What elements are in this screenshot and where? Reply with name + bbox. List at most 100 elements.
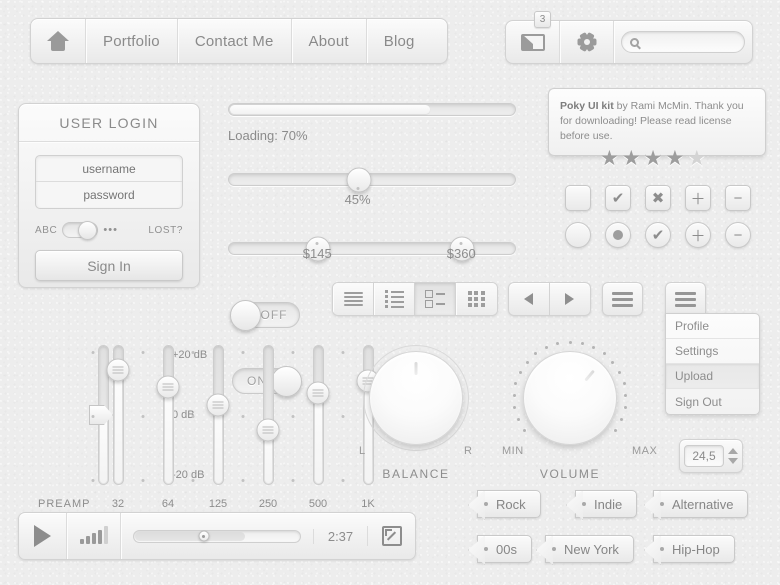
toggle-label-dots: ••• bbox=[103, 224, 118, 236]
view-bullet-list-button[interactable] bbox=[374, 283, 415, 315]
knob-area[interactable]: L R BALANCE MIN MAX VOLUME bbox=[350, 330, 657, 481]
checkbox-row[interactable]: ✔ ✖ ＋ − bbox=[565, 185, 751, 211]
menu-item-upload[interactable]: Upload bbox=[666, 364, 759, 389]
password-input[interactable] bbox=[36, 182, 182, 208]
radio-plus[interactable]: ＋ bbox=[685, 222, 711, 248]
loading-progress-bar bbox=[228, 103, 516, 116]
progress-fill bbox=[230, 105, 431, 114]
play-button[interactable] bbox=[19, 513, 67, 559]
knob-max-label: R bbox=[464, 445, 473, 457]
eq-fill bbox=[165, 386, 172, 483]
utility-toolbar[interactable]: 3 bbox=[505, 11, 753, 64]
nav-item-contact-me[interactable]: Contact Me bbox=[178, 19, 292, 63]
password-mask-toggle[interactable] bbox=[62, 221, 99, 240]
eq-band-250-track[interactable] bbox=[263, 345, 274, 485]
toggle-off[interactable]: OFF bbox=[230, 300, 300, 331]
range-tick-low bbox=[315, 242, 319, 245]
next-button[interactable] bbox=[550, 283, 591, 315]
view-mode-segmented-control[interactable] bbox=[332, 282, 498, 316]
nav-item-blog[interactable]: Blog bbox=[367, 19, 432, 63]
info-tooltip: Poky UI kit by Rami McMin. Thank you for… bbox=[548, 88, 766, 164]
scrubber-cell bbox=[121, 529, 313, 543]
lost-password-link[interactable]: LOST? bbox=[148, 225, 183, 236]
eq-scale-dot bbox=[341, 351, 345, 354]
radio-minus[interactable]: − bbox=[725, 222, 751, 248]
main-navigation[interactable]: Portfolio Contact Me About Blog bbox=[30, 18, 448, 64]
tag-new-york[interactable]: New York bbox=[545, 535, 634, 563]
eq-band-125-thumb[interactable] bbox=[206, 393, 230, 417]
radio-checked[interactable]: ✔ bbox=[645, 222, 671, 248]
prev-button[interactable] bbox=[509, 283, 550, 315]
rating-star-2[interactable]: ★ bbox=[622, 148, 641, 169]
stepper-arrows[interactable] bbox=[728, 448, 738, 464]
view-grid-button[interactable] bbox=[456, 283, 497, 315]
tag-indie[interactable]: Indie bbox=[575, 490, 638, 518]
range-value-high: $360 bbox=[446, 246, 476, 261]
rating-star-4[interactable]: ★ bbox=[665, 148, 684, 169]
toggle-label-abc: ABC bbox=[35, 224, 58, 236]
knob-balance[interactable] bbox=[369, 351, 463, 445]
nav-item-about[interactable]: About bbox=[292, 19, 367, 63]
dropdown-menu[interactable]: Profile Settings Upload Sign Out bbox=[665, 313, 760, 415]
eq-band-64-thumb[interactable] bbox=[156, 375, 180, 399]
rating-stars[interactable]: ★ ★ ★ ★ ★ bbox=[600, 148, 706, 169]
menu-button-open[interactable] bbox=[665, 282, 706, 316]
nav-item-portfolio[interactable]: Portfolio bbox=[86, 19, 178, 63]
scrubber-buffer bbox=[135, 531, 245, 541]
triangle-down-icon[interactable] bbox=[728, 458, 738, 464]
eq-band-250-thumb[interactable] bbox=[256, 418, 280, 442]
eq-scale-dot bbox=[291, 351, 295, 354]
eq-band-label-500: 500 bbox=[308, 498, 328, 510]
single-slider[interactable] bbox=[228, 167, 516, 192]
knob-scale-dot bbox=[512, 394, 516, 398]
eq-band-500-thumb[interactable] bbox=[306, 381, 330, 405]
menu-item-profile[interactable]: Profile bbox=[666, 314, 759, 339]
number-stepper[interactable]: 24,5 bbox=[679, 439, 743, 473]
tag-hip-hop[interactable]: Hip-Hop bbox=[653, 535, 735, 563]
knob-volume[interactable] bbox=[523, 351, 617, 445]
knob-name-label: VOLUME bbox=[539, 467, 601, 481]
knob-scale-dot bbox=[614, 428, 618, 432]
volume-button[interactable] bbox=[67, 513, 121, 559]
rating-star-1[interactable]: ★ bbox=[600, 148, 619, 169]
scrubber-handle[interactable] bbox=[198, 530, 210, 542]
view-list-button[interactable] bbox=[333, 283, 374, 315]
password-visibility-row: ABC ••• LOST? bbox=[35, 221, 183, 240]
checkbox-empty[interactable] bbox=[565, 185, 591, 211]
eq-band-label-32: 32 bbox=[111, 498, 125, 510]
triangle-up-icon[interactable] bbox=[728, 448, 738, 454]
search-field[interactable] bbox=[621, 31, 745, 53]
checkbox-plus[interactable]: ＋ bbox=[685, 185, 711, 211]
radio-selected[interactable] bbox=[605, 222, 631, 248]
menu-item-sign-out[interactable]: Sign Out bbox=[666, 389, 759, 414]
settings-button[interactable] bbox=[560, 21, 614, 63]
tag-list[interactable]: Rock Indie Alternative 00s New York Hip-Hop bbox=[455, 490, 780, 580]
search-input[interactable] bbox=[644, 36, 734, 48]
radio-row[interactable]: ✔ ＋ − bbox=[565, 222, 751, 248]
menu-button[interactable] bbox=[602, 282, 643, 316]
username-input[interactable] bbox=[36, 156, 182, 182]
view-grid-list-button[interactable] bbox=[415, 283, 456, 315]
mail-button[interactable]: 3 bbox=[506, 11, 560, 63]
stepper-value[interactable]: 24,5 bbox=[684, 445, 724, 467]
radio-empty[interactable] bbox=[565, 222, 591, 248]
eq-band-32-thumb[interactable] bbox=[106, 358, 130, 382]
checkbox-minus[interactable]: − bbox=[725, 185, 751, 211]
sign-in-button[interactable]: Sign In bbox=[35, 250, 183, 281]
menu-item-settings[interactable]: Settings bbox=[666, 339, 759, 364]
fullscreen-icon bbox=[381, 526, 402, 546]
equalizer[interactable]: PREAMP +20 dB 0 dB -20 dB 32 64 125 250 500 1K bbox=[0, 330, 380, 510]
tag-rock[interactable]: Rock bbox=[477, 490, 541, 518]
eq-band-64-track[interactable] bbox=[163, 345, 174, 485]
checkbox-checked[interactable]: ✔ bbox=[605, 185, 631, 211]
fullscreen-button[interactable] bbox=[367, 526, 415, 546]
scrubber-track[interactable] bbox=[133, 529, 301, 543]
tag-00s[interactable]: 00s bbox=[477, 535, 532, 563]
rating-star-3[interactable]: ★ bbox=[644, 148, 663, 169]
nav-item-home[interactable] bbox=[31, 19, 86, 63]
tag-alternative[interactable]: Alternative bbox=[653, 490, 749, 518]
checkbox-cross[interactable]: ✖ bbox=[645, 185, 671, 211]
eq-band-500-track[interactable] bbox=[313, 345, 324, 485]
rating-star-5[interactable]: ★ bbox=[687, 148, 706, 169]
pager-controls[interactable] bbox=[508, 282, 591, 316]
